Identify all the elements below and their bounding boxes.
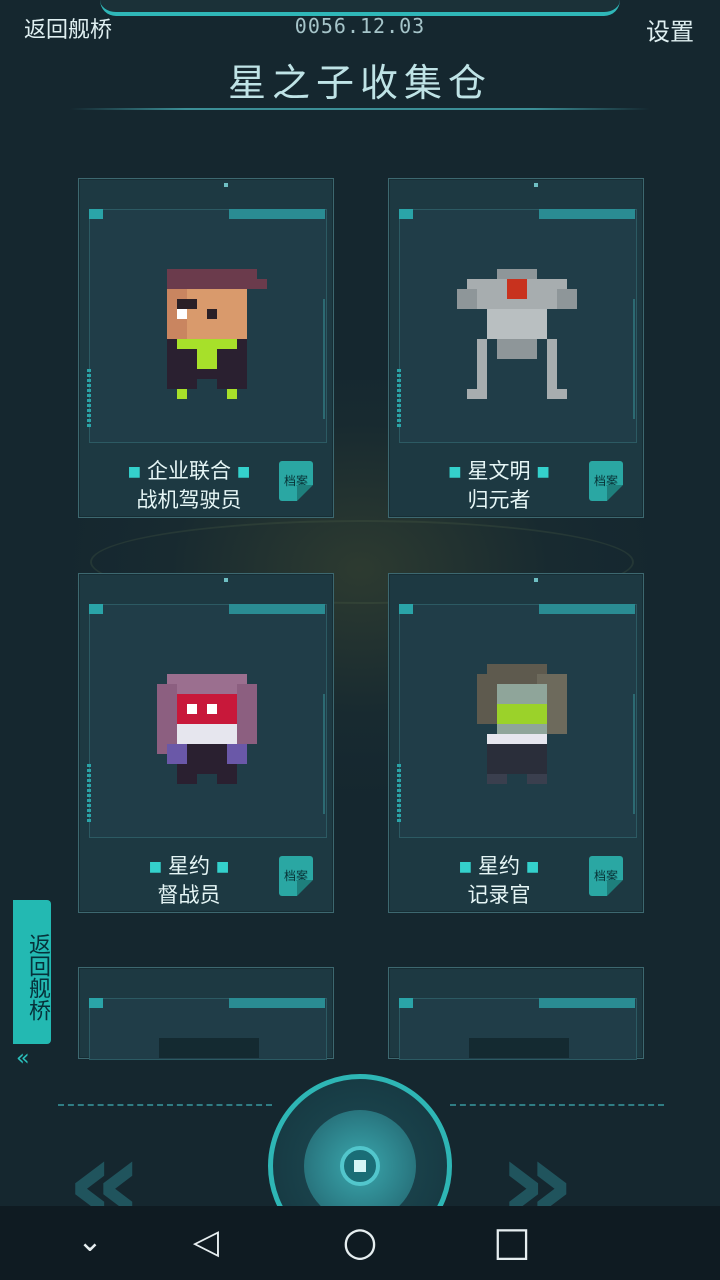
character-card-returner[interactable]: ■ 星文明 ■ 归元者 档案 — [388, 178, 644, 518]
card-dot — [224, 183, 228, 187]
dashed-line-right — [450, 1104, 664, 1106]
card-stripe — [539, 998, 635, 1008]
archive-button[interactable]: 档案 — [589, 461, 623, 501]
sprite-silhouette — [159, 1038, 259, 1058]
card-name: ■ 企业联合 ■ 战机驾驶员 — [127, 459, 251, 512]
character-card-recorder[interactable]: ■ 星约 ■ 记录官 档案 — [388, 573, 644, 913]
card-dot — [224, 578, 228, 582]
side-back-to-bridge-tab[interactable]: 返回舰桥 — [13, 900, 51, 1044]
character-card-supervisor[interactable]: ■ 星约 ■ 督战员 档案 — [78, 573, 334, 913]
sprite-silhouette — [469, 1038, 569, 1058]
archive-button[interactable]: 档案 — [279, 461, 313, 501]
archive-button[interactable]: 档案 — [589, 856, 623, 896]
card-name: ■ 星文明 ■ 归元者 — [448, 459, 550, 512]
card-stripe — [229, 604, 325, 614]
card-side-gauge — [397, 764, 401, 822]
card-stripe — [539, 209, 635, 219]
card-name: ■ 星约 ■ 记录官 — [458, 854, 540, 907]
card-corner-tab — [399, 998, 413, 1008]
double-chevron-left-icon[interactable]: ‹‹ — [16, 1046, 29, 1071]
card-corner-tab — [399, 209, 413, 219]
character-card-partial[interactable] — [388, 967, 644, 1060]
date-readout: 0056.12.03 — [294, 14, 426, 38]
card-corner-tab — [399, 604, 413, 614]
card-corner-tab — [89, 604, 103, 614]
card-side-line — [323, 694, 325, 814]
nav-collapse-chevron-icon[interactable]: ⌄ — [68, 1220, 112, 1264]
center-square-icon — [354, 1160, 366, 1172]
card-side-gauge — [397, 369, 401, 427]
card-stripe — [229, 998, 325, 1008]
system-nav-bar: ⌄ ◁ ○ □ — [0, 1206, 720, 1280]
card-corner-tab — [89, 209, 103, 219]
card-stripe — [229, 209, 325, 219]
archive-button[interactable]: 档案 — [279, 856, 313, 896]
page-title: 星之子收集仓 — [227, 61, 492, 105]
recorder-sprite-icon — [477, 664, 567, 784]
card-dot — [534, 578, 538, 582]
nav-home-icon[interactable]: ○ — [338, 1220, 382, 1264]
card-side-gauge — [87, 764, 91, 822]
card-name: ■ 星约 ■ 督战员 — [148, 854, 230, 907]
card-side-line — [633, 694, 635, 814]
card-dot — [534, 183, 538, 187]
title-divider — [70, 108, 650, 110]
card-corner-tab — [89, 998, 103, 1008]
card-stripe — [539, 604, 635, 614]
card-side-line — [633, 299, 635, 419]
character-card-pilot[interactable]: ■ 企业联合 ■ 战机驾驶员 档案 — [78, 178, 334, 518]
robot-sprite-icon — [457, 269, 577, 399]
card-side-line — [323, 299, 325, 419]
card-side-gauge — [87, 369, 91, 427]
nav-recents-icon[interactable]: □ — [490, 1220, 534, 1264]
nav-back-icon[interactable]: ◁ — [184, 1220, 228, 1264]
supervisor-sprite-icon — [157, 674, 257, 784]
character-card-partial[interactable] — [78, 967, 334, 1060]
dashed-line-left — [58, 1104, 272, 1106]
settings-button[interactable]: 设置 — [646, 12, 694, 47]
pilot-sprite-icon — [167, 269, 267, 399]
